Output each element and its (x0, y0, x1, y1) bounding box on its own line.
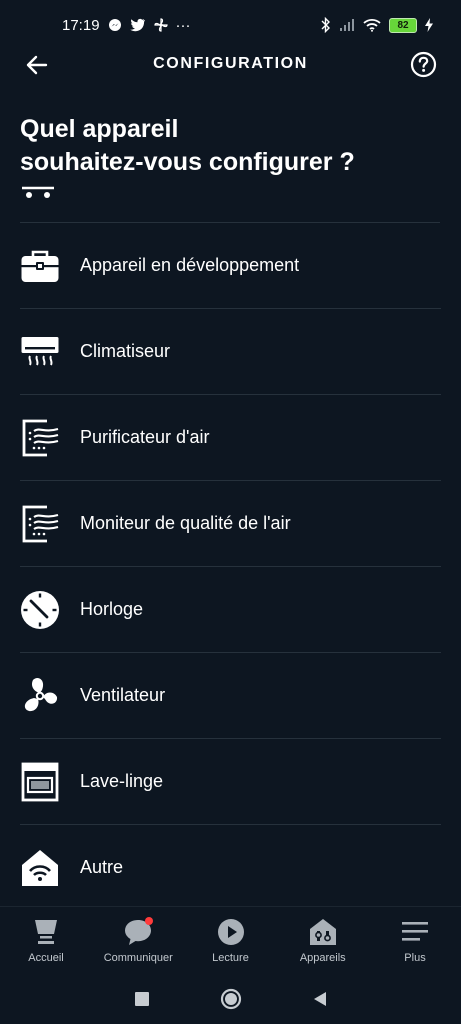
air-conditioner-icon (20, 332, 60, 372)
status-left: 17:19 ··· (62, 17, 191, 34)
fan-icon (20, 676, 60, 716)
chat-icon-wrap (123, 917, 154, 947)
washing-machine-icon (20, 762, 60, 802)
clock-icon (20, 590, 60, 630)
nav-label: Appareils (299, 952, 346, 964)
back-arrow-icon[interactable] (24, 52, 50, 78)
air-quality-monitor-icon (20, 504, 60, 544)
device-item-air-purifier[interactable]: Purificateur d'air (20, 395, 441, 481)
device-item-air-quality-monitor[interactable]: Moniteur de qualité de l'air (20, 481, 441, 567)
bottom-navigation: Accueil Communiquer Lecture Appareils Pl… (0, 906, 461, 975)
device-label: Autre (80, 857, 124, 877)
messenger-icon (108, 19, 121, 31)
device-label: Climatiseur (80, 341, 171, 361)
signal-icon (340, 19, 354, 31)
nav-label: Plus (404, 952, 426, 964)
fan-status-icon (153, 18, 168, 32)
devices-icon (309, 919, 336, 945)
status-right: 82 (321, 17, 433, 33)
page-title: Quel appareil souhaitez-vous configurer … (20, 115, 355, 176)
device-item-other[interactable]: Autre (20, 825, 441, 906)
device-label: Purificateur d'air (80, 427, 210, 447)
cut-off-icon (22, 186, 54, 198)
device-item-washing-machine[interactable]: Lave-linge (20, 739, 441, 825)
twitter-icon (129, 18, 145, 32)
battery-indicator: 82 (389, 17, 417, 33)
device-item-air-conditioner[interactable]: Climatiseur (20, 309, 441, 395)
charging-icon (425, 18, 433, 32)
device-label: Appareil en développement (80, 255, 300, 275)
recents-icon[interactable] (134, 991, 150, 1007)
nav-home[interactable]: Accueil (0, 907, 92, 975)
partial-list-item[interactable] (20, 186, 440, 223)
device-label: Lave-linge (80, 771, 164, 791)
top-app-bar: CONFIGURATION (0, 42, 461, 86)
device-item-clock[interactable]: Horloge (20, 567, 441, 653)
home-icon (35, 920, 57, 944)
system-navigation-bar (0, 974, 461, 1024)
back-button-icon[interactable] (312, 991, 328, 1007)
status-time: 17:19 (62, 16, 100, 34)
device-item-dev[interactable]: Appareil en développement (20, 223, 441, 309)
header-title: CONFIGURATION (153, 55, 308, 72)
device-label: Horloge (80, 599, 144, 619)
device-list: Appareil en développement Climatiseur Pu… (0, 186, 461, 906)
toolbox-icon (20, 246, 60, 286)
wifi-icon (363, 18, 381, 32)
nav-communicate[interactable]: Communiquer (92, 907, 184, 975)
device-label: Moniteur de qualité de l'air (80, 513, 291, 533)
smart-home-icon (20, 848, 60, 888)
air-purifier-icon (20, 418, 60, 458)
home-button-icon[interactable] (220, 988, 242, 1010)
nav-label: Accueil (28, 952, 64, 964)
nav-label: Lecture (212, 952, 249, 964)
help-icon[interactable] (410, 51, 437, 78)
nav-devices[interactable]: Appareils (277, 907, 369, 975)
nav-more[interactable]: Plus (369, 907, 461, 975)
nav-label: Communiquer (103, 952, 173, 964)
nav-play[interactable]: Lecture (185, 907, 277, 975)
device-label: Ventilateur (80, 685, 166, 705)
menu-icon (402, 922, 428, 941)
device-item-fan[interactable]: Ventilateur (20, 653, 441, 739)
bluetooth-icon (321, 17, 330, 33)
play-icon (217, 919, 244, 945)
status-more: ··· (175, 16, 191, 34)
